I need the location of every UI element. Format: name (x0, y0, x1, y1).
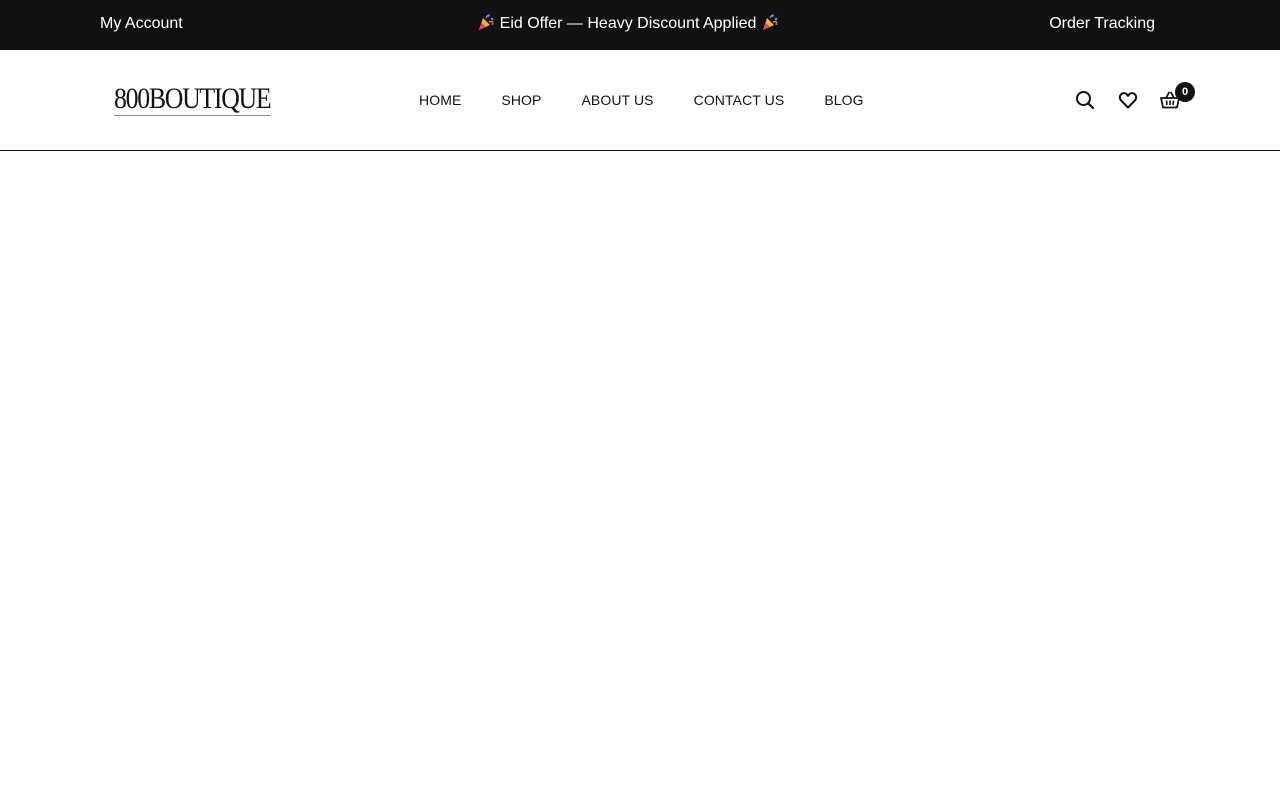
search-icon[interactable] (1074, 89, 1096, 111)
order-tracking-link[interactable]: Order Tracking (1049, 0, 1155, 50)
party-popper-icon (477, 3, 495, 30)
main-nav: HOME SHOP ABOUT US CONTACT US BLOG (419, 50, 904, 150)
header-actions: 0 (1074, 50, 1204, 150)
nav-item-blog[interactable]: BLOG (824, 92, 863, 108)
party-popper-icon (761, 3, 779, 30)
site-logo[interactable]: 800BOUTIQUE (114, 84, 272, 116)
site-header: 800BOUTIQUE HOME SHOP ABOUT US CONTACT U… (0, 50, 1280, 151)
top-announcement-bar: My Account Eid Offer — Heavy Discount Ap… (0, 0, 1280, 50)
heart-icon[interactable] (1117, 89, 1139, 111)
nav-item-home[interactable]: HOME (419, 92, 461, 108)
nav-item-shop[interactable]: SHOP (501, 92, 541, 108)
main-content (0, 151, 1280, 800)
offer-text: Eid Offer — Heavy Discount Applied (499, 15, 757, 32)
cart-count-badge: 0 (1175, 82, 1195, 102)
nav-item-contact-us[interactable]: CONTACT US (694, 92, 785, 108)
nav-item-about-us[interactable]: ABOUT US (581, 92, 653, 108)
